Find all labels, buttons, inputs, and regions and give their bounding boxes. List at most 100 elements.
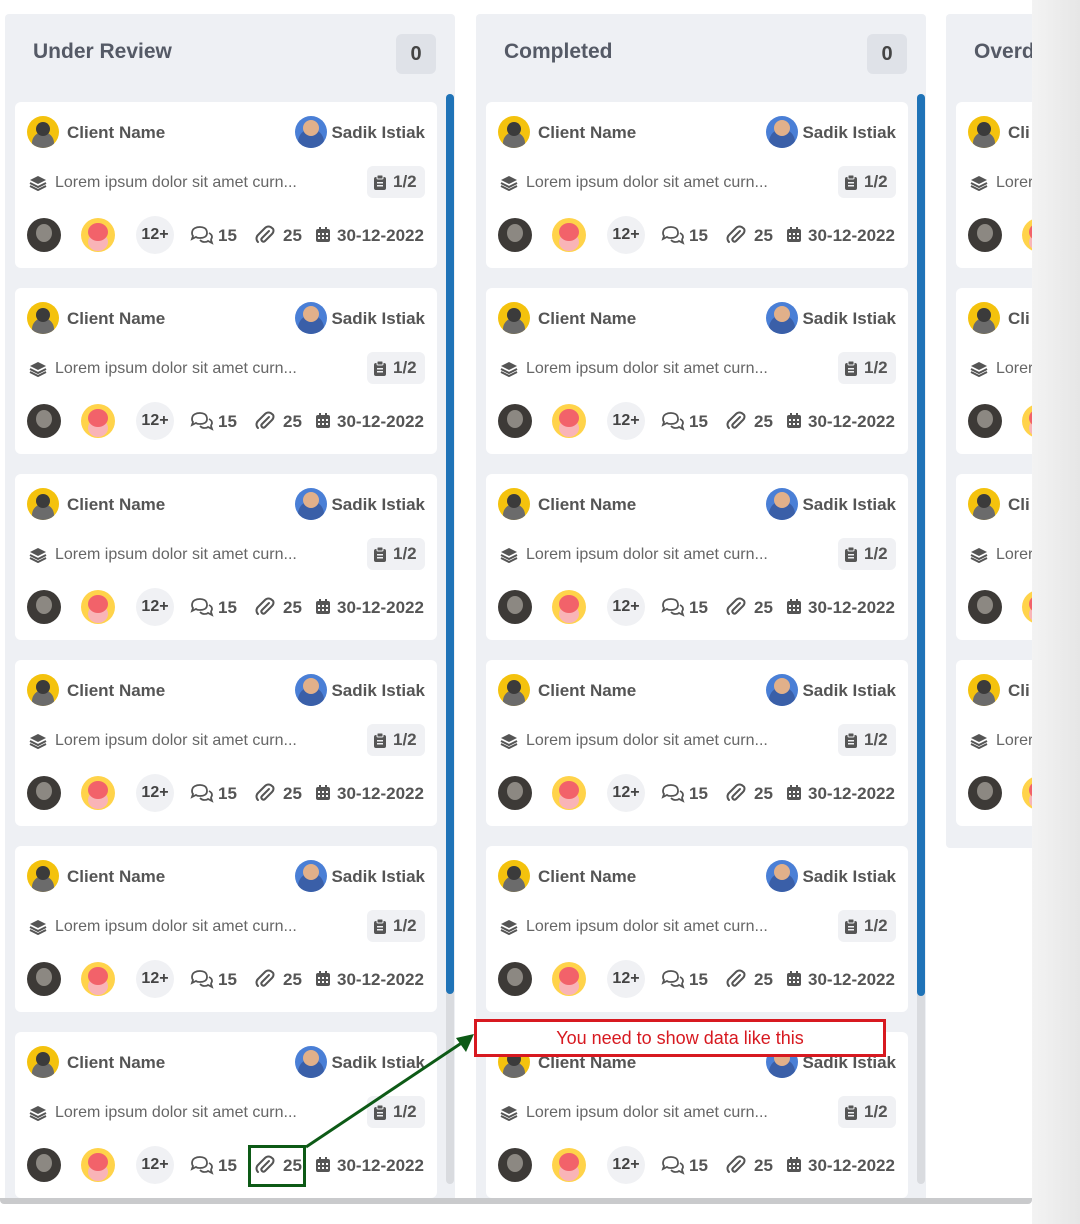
- client-name[interactable]: Client Name: [538, 309, 636, 329]
- column-scroll-thumb[interactable]: [446, 94, 454, 994]
- assignee-name[interactable]: Sadik Istiak: [802, 309, 896, 329]
- assignee-name[interactable]: Sadik Istiak: [331, 495, 425, 515]
- checklist-badge[interactable]: 1/2: [838, 1096, 896, 1128]
- checklist-badge[interactable]: 1/2: [838, 166, 896, 198]
- client-name[interactable]: Client Name: [538, 123, 636, 143]
- more-members-badge[interactable]: 12+: [136, 402, 174, 440]
- assignee-name[interactable]: Sadik Istiak: [802, 495, 896, 515]
- member-avatar[interactable]: [968, 404, 1002, 438]
- task-card[interactable]: Client Name Sadik Istiak Lorem ipsum dol…: [486, 660, 908, 826]
- member-avatar[interactable]: [552, 218, 586, 252]
- checklist-badge[interactable]: 1/2: [367, 724, 425, 756]
- task-card[interactable]: Cli Lorer: [956, 660, 1032, 826]
- horizontal-scrollbar[interactable]: [0, 1198, 1032, 1204]
- member-avatar[interactable]: [552, 962, 586, 996]
- more-members-badge[interactable]: 12+: [136, 960, 174, 998]
- member-avatar[interactable]: [81, 776, 115, 810]
- member-avatar[interactable]: [498, 962, 532, 996]
- more-members-badge[interactable]: 12+: [136, 588, 174, 626]
- member-avatar[interactable]: [968, 218, 1002, 252]
- member-avatar[interactable]: [1022, 776, 1032, 810]
- member-avatar[interactable]: [552, 1148, 586, 1182]
- assignee-name[interactable]: Sadik Istiak: [802, 681, 896, 701]
- member-avatar[interactable]: [81, 1148, 115, 1182]
- task-card[interactable]: Client Name Sadik Istiak Lorem ipsum dol…: [15, 846, 437, 1012]
- checklist-badge[interactable]: 1/2: [367, 352, 425, 384]
- more-members-badge[interactable]: 12+: [136, 774, 174, 812]
- more-members-badge[interactable]: 12+: [607, 402, 645, 440]
- checklist-badge[interactable]: 1/2: [838, 352, 896, 384]
- member-avatar[interactable]: [27, 404, 61, 438]
- client-name[interactable]: Client Name: [67, 309, 165, 329]
- task-card[interactable]: Client Name Sadik Istiak Lorem ipsum dol…: [486, 474, 908, 640]
- assignee-name[interactable]: Sadik Istiak: [331, 1053, 425, 1073]
- member-avatar[interactable]: [27, 218, 61, 252]
- checklist-badge[interactable]: 1/2: [838, 724, 896, 756]
- member-avatar[interactable]: [27, 776, 61, 810]
- member-avatar[interactable]: [498, 590, 532, 624]
- checklist-badge[interactable]: 1/2: [838, 538, 896, 570]
- client-name[interactable]: Client Name: [67, 867, 165, 887]
- member-avatar[interactable]: [81, 590, 115, 624]
- assignee-name[interactable]: Sadik Istiak: [802, 867, 896, 887]
- client-name[interactable]: Cli: [1008, 123, 1030, 143]
- checklist-badge[interactable]: 1/2: [367, 538, 425, 570]
- member-avatar[interactable]: [27, 962, 61, 996]
- task-card[interactable]: Client Name Sadik Istiak Lorem ipsum dol…: [15, 660, 437, 826]
- more-members-badge[interactable]: 12+: [607, 216, 645, 254]
- client-name[interactable]: Client Name: [538, 867, 636, 887]
- member-avatar[interactable]: [552, 590, 586, 624]
- more-members-badge[interactable]: 12+: [136, 216, 174, 254]
- client-name[interactable]: Cli: [1008, 309, 1030, 329]
- checklist-badge[interactable]: 1/2: [367, 166, 425, 198]
- member-avatar[interactable]: [27, 590, 61, 624]
- task-card[interactable]: Client Name Sadik Istiak Lorem ipsum dol…: [486, 846, 908, 1012]
- assignee-name[interactable]: Sadik Istiak: [331, 123, 425, 143]
- task-card[interactable]: Cli Lorer: [956, 474, 1032, 640]
- client-name[interactable]: Client Name: [67, 495, 165, 515]
- checklist-badge[interactable]: 1/2: [838, 910, 896, 942]
- assignee-name[interactable]: Sadik Istiak: [331, 681, 425, 701]
- assignee-name[interactable]: Sadik Istiak: [331, 867, 425, 887]
- member-avatar[interactable]: [498, 776, 532, 810]
- member-avatar[interactable]: [498, 404, 532, 438]
- client-name[interactable]: Cli: [1008, 495, 1030, 515]
- member-avatar[interactable]: [552, 776, 586, 810]
- member-avatar[interactable]: [968, 590, 1002, 624]
- member-avatar[interactable]: [498, 218, 532, 252]
- checklist-badge[interactable]: 1/2: [367, 910, 425, 942]
- more-members-badge[interactable]: 12+: [607, 588, 645, 626]
- more-members-badge[interactable]: 12+: [136, 1146, 174, 1184]
- member-avatar[interactable]: [81, 962, 115, 996]
- task-card[interactable]: Cli Lorer: [956, 102, 1032, 268]
- task-card[interactable]: Client Name Sadik Istiak Lorem ipsum dol…: [15, 288, 437, 454]
- member-avatar[interactable]: [968, 776, 1002, 810]
- member-avatar[interactable]: [1022, 404, 1032, 438]
- member-avatar[interactable]: [1022, 590, 1032, 624]
- member-avatar[interactable]: [498, 1148, 532, 1182]
- task-card[interactable]: Client Name Sadik Istiak Lorem ipsum dol…: [486, 102, 908, 268]
- more-members-badge[interactable]: 12+: [607, 960, 645, 998]
- client-name[interactable]: Client Name: [67, 123, 165, 143]
- client-name[interactable]: Client Name: [67, 681, 165, 701]
- client-name[interactable]: Client Name: [67, 1053, 165, 1073]
- client-name[interactable]: Cli: [1008, 681, 1030, 701]
- member-avatar[interactable]: [1022, 218, 1032, 252]
- member-avatar[interactable]: [552, 404, 586, 438]
- task-card[interactable]: Client Name Sadik Istiak Lorem ipsum dol…: [486, 288, 908, 454]
- assignee-name[interactable]: Sadik Istiak: [802, 123, 896, 143]
- client-name[interactable]: Client Name: [538, 495, 636, 515]
- assignee-name[interactable]: Sadik Istiak: [331, 309, 425, 329]
- member-avatar[interactable]: [81, 404, 115, 438]
- checklist-badge[interactable]: 1/2: [367, 1096, 425, 1128]
- member-avatar[interactable]: [27, 1148, 61, 1182]
- client-name[interactable]: Client Name: [538, 681, 636, 701]
- task-card[interactable]: Cli Lorer: [956, 288, 1032, 454]
- column-scroll-thumb[interactable]: [917, 94, 925, 996]
- task-card[interactable]: Client Name Sadik Istiak Lorem ipsum dol…: [15, 1032, 437, 1198]
- member-avatar[interactable]: [81, 218, 115, 252]
- more-members-badge[interactable]: 12+: [607, 1146, 645, 1184]
- more-members-badge[interactable]: 12+: [607, 774, 645, 812]
- task-card[interactable]: Client Name Sadik Istiak Lorem ipsum dol…: [15, 474, 437, 640]
- task-card[interactable]: Client Name Sadik Istiak Lorem ipsum dol…: [15, 102, 437, 268]
